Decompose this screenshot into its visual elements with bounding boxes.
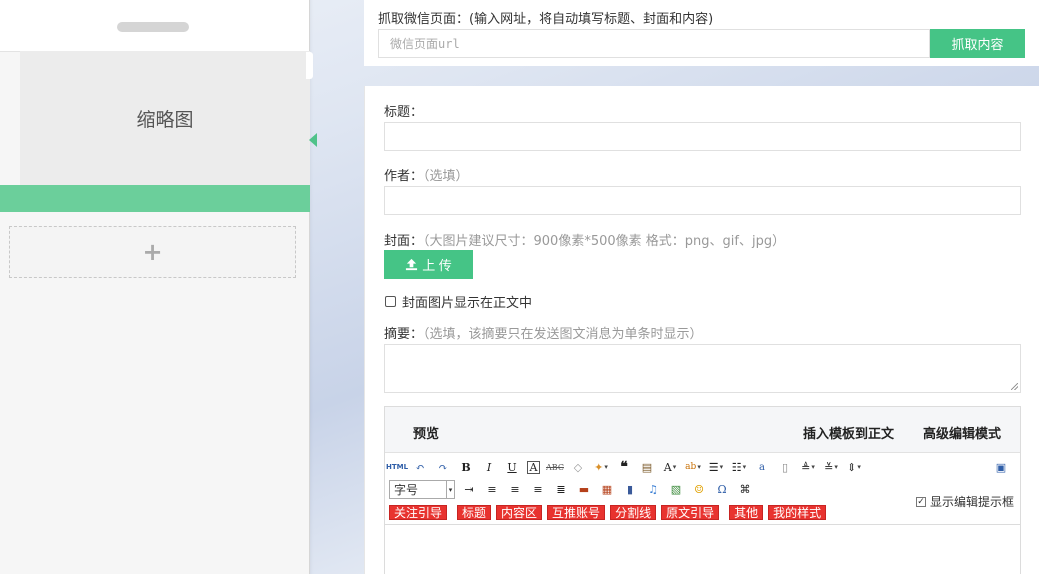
upload-icon — [406, 258, 418, 271]
paragraph-spacing-top-icon[interactable]: ≜ — [800, 459, 816, 475]
resize-handle-icon[interactable] — [1011, 383, 1018, 390]
ordered-list-icon[interactable]: ☰ — [708, 459, 724, 475]
summary-textarea[interactable] — [384, 344, 1021, 393]
music-icon[interactable]: ♫ — [645, 482, 661, 498]
summary-label-text: 摘要： — [384, 327, 424, 342]
image-icon[interactable]: ▬ — [576, 482, 592, 498]
phone-speaker — [117, 22, 189, 32]
align-right-icon[interactable]: ≡ — [530, 482, 546, 498]
upload-button-label: 上 传 — [422, 258, 452, 273]
author-hint: （选填） — [423, 169, 469, 184]
italic-icon[interactable]: I — [481, 459, 497, 475]
upload-button[interactable]: 上 传 — [384, 250, 473, 279]
align-justify-icon[interactable]: ≣ — [553, 482, 569, 498]
show-tips-checkbox[interactable]: ✓ — [915, 496, 926, 507]
style-tag[interactable]: 关注引导 — [389, 505, 448, 520]
cover-in-body-checkbox[interactable] — [385, 296, 396, 307]
summary-hint: （选填，该摘要只在发送图文消息为单条时显示） — [423, 327, 703, 342]
style-tag[interactable]: 内容区 — [496, 505, 543, 520]
preview-tab[interactable]: 预览 — [413, 423, 439, 442]
article-form: 标题： 作者：（选填） 封面：（大图片建议尺寸：900像素*500像素 格式：p… — [364, 86, 1039, 574]
cover-label: 封面：（大图片建议尺寸：900像素*500像素 格式：png、gif、jpg） — [384, 230, 785, 249]
paste-icon[interactable]: ▤ — [639, 459, 655, 475]
cover-in-body-option[interactable]: 封面图片显示在正文中 — [385, 292, 532, 311]
underline-icon[interactable]: U — [504, 459, 520, 475]
font-size-select-value: 字号 — [394, 483, 419, 497]
rich-text-editor: 预览 插入模板到正文 高级编辑模式 HTML ↶ ↷ B I U A ABC ◇… — [384, 406, 1021, 574]
font-size-select[interactable]: 字号 ▾ — [389, 480, 455, 499]
line-height-icon[interactable]: ⇕ — [846, 459, 862, 475]
author-input[interactable] — [384, 186, 1021, 215]
multi-image-icon[interactable]: ▦ — [599, 482, 615, 498]
fetch-panel: 抓取微信页面：(输入网址，将自动填写标题、封面和内容) 抓取内容 — [364, 0, 1039, 66]
video-icon[interactable]: ▮ — [622, 482, 638, 498]
style-tag[interactable]: 我的样式 — [768, 505, 827, 520]
redo-icon[interactable]: ↷ — [435, 459, 451, 475]
style-tag[interactable]: 分割线 — [610, 505, 657, 520]
document-icon[interactable]: ▯ — [777, 459, 793, 475]
author-label: 作者：（选填） — [384, 165, 469, 184]
show-tips-label: 显示编辑提示框 — [929, 495, 1014, 509]
background-color-icon[interactable]: ab — [685, 459, 701, 475]
advanced-mode-button[interactable]: 高级编辑模式 — [923, 423, 1001, 442]
editor-content-area[interactable] — [385, 525, 1020, 574]
indent-icon[interactable]: ⇥ — [461, 482, 477, 498]
html-source-icon[interactable]: HTML — [386, 459, 408, 475]
show-tips-option[interactable]: ✓ 显示编辑提示框 — [915, 493, 1014, 510]
phone-header — [0, 0, 309, 52]
toolbar-row-2: 字号 ▾ ⇥ ≡ ≡ ≡ ≣ ▬ ▦ ▮ ♫ ▧ ☺ Ω ⌘ — [389, 480, 760, 499]
font-color-icon[interactable]: A — [662, 459, 678, 475]
bold-icon[interactable]: B — [458, 459, 474, 475]
summary-label: 摘要：（选填，该摘要只在发送图文消息为单条时显示） — [384, 323, 703, 342]
cover-label-text: 封面： — [384, 234, 424, 249]
thumbnail-label: 缩略图 — [136, 109, 194, 131]
undo-icon[interactable]: ↶ — [412, 459, 428, 475]
align-left-icon[interactable]: ≡ — [484, 482, 500, 498]
style-tag[interactable]: 其他 — [729, 505, 764, 520]
style-tag[interactable]: 原文引导 — [661, 505, 720, 520]
thumbnail-area[interactable]: 缩略图 — [20, 51, 310, 186]
selected-article-bar[interactable] — [0, 185, 310, 212]
cover-in-body-label: 封面图片显示在正文中 — [402, 296, 533, 311]
plus-icon: + — [142, 238, 163, 266]
fullscreen-icon[interactable]: ▣ — [993, 459, 1009, 475]
eraser-icon[interactable]: ◇ — [570, 459, 586, 475]
special-char-icon[interactable]: Ω — [714, 482, 730, 498]
url-input[interactable] — [378, 29, 930, 58]
title-label: 标题： — [384, 105, 424, 120]
pointer-arrow-icon — [309, 133, 317, 147]
find-replace-icon[interactable]: ⌘ — [737, 482, 753, 498]
add-article-button[interactable]: + — [9, 226, 296, 278]
format-brush-icon[interactable]: ✦ — [593, 459, 609, 475]
editor-header: 预览 插入模板到正文 高级编辑模式 — [385, 407, 1020, 453]
toolbar-row-1: HTML ↶ ↷ B I U A ABC ◇ ✦ ❝ ▤ A ab ☰ ☷ a … — [386, 459, 869, 475]
style-tag[interactable]: 标题 — [457, 505, 492, 520]
style-tag[interactable]: 互推账号 — [547, 505, 606, 520]
font-border-icon[interactable]: A — [527, 460, 540, 474]
insert-template-button[interactable]: 插入模板到正文 — [803, 423, 894, 442]
editor-toolbar: HTML ↶ ↷ B I U A ABC ◇ ✦ ❝ ▤ A ab ☰ ☷ a … — [385, 453, 1020, 525]
paragraph-spacing-bottom-icon[interactable]: ≚ — [823, 459, 839, 475]
blockquote-icon[interactable]: ❝ — [616, 459, 632, 475]
text-a-icon[interactable]: a — [754, 459, 770, 475]
chevron-down-icon: ▾ — [446, 481, 454, 498]
unordered-list-icon[interactable]: ☷ — [731, 459, 747, 475]
strikethrough-icon[interactable]: ABC — [546, 459, 564, 475]
title-input[interactable] — [384, 122, 1021, 151]
fetch-content-button[interactable]: 抓取内容 — [930, 29, 1025, 58]
author-label-text: 作者： — [384, 169, 424, 184]
picture-icon[interactable]: ▧ — [668, 482, 684, 498]
emoji-icon[interactable]: ☺ — [691, 482, 707, 498]
style-tag-list: 关注引导 标题 内容区 互推账号 分割线 原文引导 其他 我的样式 — [389, 505, 827, 520]
align-center-icon[interactable]: ≡ — [507, 482, 523, 498]
cover-hint: （大图片建议尺寸：900像素*500像素 格式：png、gif、jpg） — [423, 234, 786, 249]
fetch-label: 抓取微信页面：(输入网址，将自动填写标题、封面和内容) — [378, 12, 714, 27]
thumbnail-edge — [306, 52, 313, 79]
